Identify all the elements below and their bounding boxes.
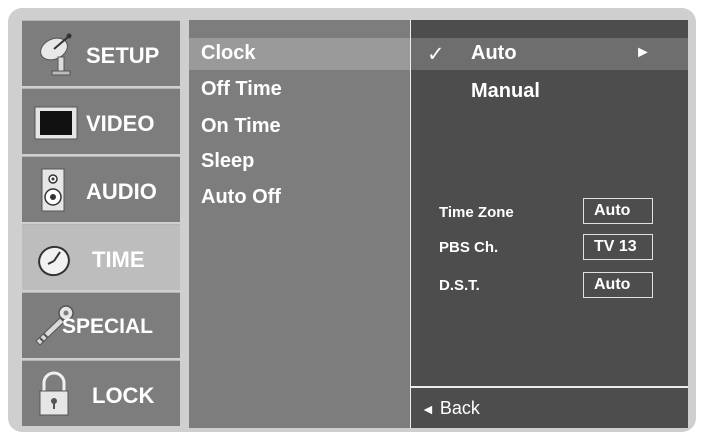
- back-arrow-icon: ◄: [421, 401, 435, 417]
- speaker-icon: [32, 167, 80, 213]
- sidebar-item-label: VIDEO: [86, 111, 155, 136]
- sidebar-item-time[interactable]: TIME: [22, 224, 180, 290]
- sidebar-item-lock[interactable]: LOCK: [22, 360, 180, 426]
- clock-options-panel: ✓ Auto ► Manual Time Zone Auto PBS Ch. T…: [411, 20, 688, 428]
- clock-icon: [32, 235, 80, 281]
- dst-value: Auto: [583, 272, 653, 298]
- back-label: ◄ Back: [421, 398, 480, 418]
- main-menu-sidebar: SETUP VIDEO AUDIO TIME SPECIAL LOCK: [22, 20, 180, 428]
- time-submenu: Clock Off Time On Time Sleep Auto Off: [189, 20, 410, 428]
- monitor-icon: [32, 99, 80, 145]
- satellite-dish-icon: [32, 31, 80, 77]
- sidebar-item-label: SETUP: [86, 43, 160, 68]
- back-button[interactable]: ◄ Back: [411, 386, 688, 428]
- sidebar-item-label: AUDIO: [86, 179, 157, 204]
- sidebar-item-setup[interactable]: SETUP: [22, 20, 180, 86]
- pbs-channel-label: PBS Ch.: [439, 239, 499, 256]
- submenu-item-auto-off[interactable]: Auto Off: [201, 186, 281, 209]
- submenu-item-sleep[interactable]: Sleep: [201, 150, 254, 173]
- padlock-icon: [32, 371, 80, 417]
- sidebar-item-video[interactable]: VIDEO: [22, 88, 180, 154]
- check-mark-icon: ✓: [427, 43, 445, 66]
- submenu-item-off-time[interactable]: Off Time: [201, 78, 282, 101]
- sidebar-item-special[interactable]: SPECIAL: [22, 292, 180, 358]
- submenu-item-on-time[interactable]: On Time: [201, 115, 281, 138]
- pbs-channel-value: TV 13: [583, 234, 653, 260]
- dst-label: D.S.T.: [439, 277, 480, 294]
- option-manual[interactable]: Manual: [471, 80, 540, 103]
- option-auto[interactable]: Auto: [471, 42, 517, 65]
- submenu-arrow-icon: ►: [635, 44, 651, 61]
- sidebar-item-audio[interactable]: AUDIO: [22, 156, 180, 222]
- divider: [180, 20, 189, 428]
- sidebar-item-label: SPECIAL: [62, 315, 154, 338]
- submenu-item-clock[interactable]: Clock: [201, 42, 255, 65]
- sidebar-item-label: LOCK: [92, 383, 155, 408]
- time-zone-label: Time Zone: [439, 204, 514, 221]
- sidebar-item-label: TIME: [92, 247, 145, 272]
- time-zone-value: Auto: [583, 198, 653, 224]
